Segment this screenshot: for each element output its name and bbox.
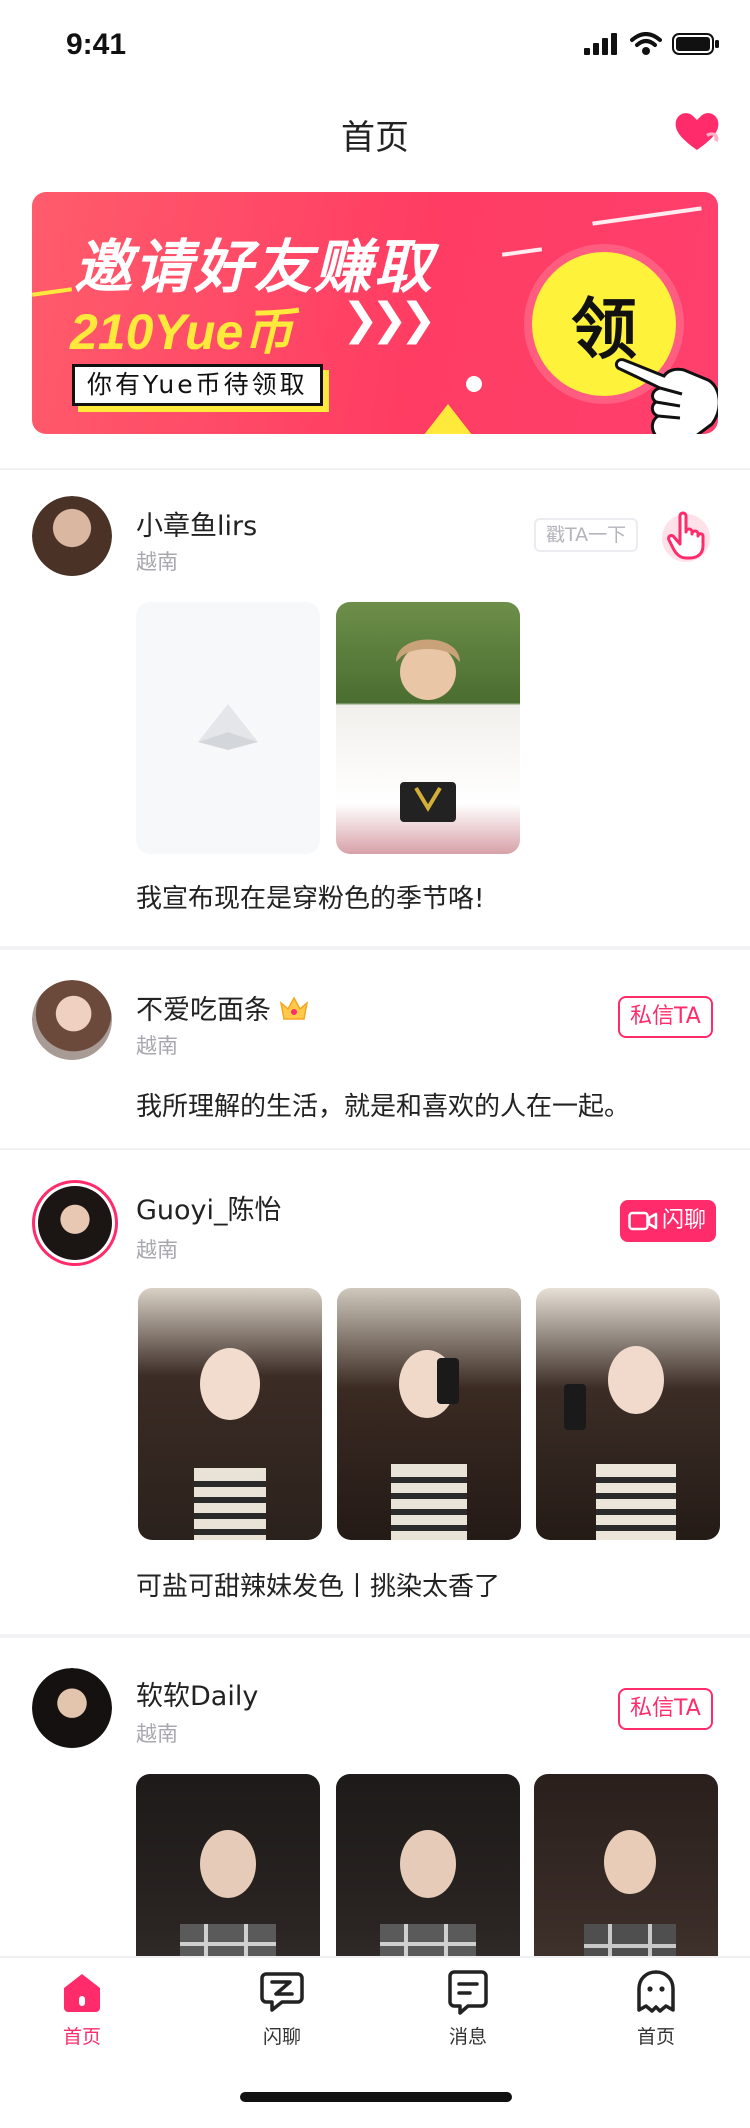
photo-figure xyxy=(380,1830,476,1956)
post-photo[interactable] xyxy=(336,602,520,854)
tab-label: 首页 xyxy=(636,2026,675,2048)
profile-icon xyxy=(637,1970,675,2013)
photo-figure xyxy=(180,1830,276,1956)
post-photo[interactable] xyxy=(336,1774,520,1956)
page-title: 首页 xyxy=(341,118,409,158)
message-button[interactable]: 私信TA xyxy=(618,996,713,1038)
flash-chat-label: 闪聊 xyxy=(662,1208,707,1233)
flash-chat-icon xyxy=(260,1972,304,2012)
post-caption: 我宣布现在是穿粉色的季节咯! xyxy=(136,884,485,914)
wifi-icon xyxy=(630,32,662,55)
tab-label: 消息 xyxy=(448,2026,487,2048)
avatar[interactable] xyxy=(32,980,112,1060)
photo-figure xyxy=(564,1346,676,1540)
poke-hand-icon[interactable] xyxy=(658,508,714,564)
post-caption: 可盐可甜辣妹发色丨挑染太香了 xyxy=(136,1572,501,1602)
invite-banner[interactable]: 邀请好友赚取 210Yue币 ❯❯❯ 你有Yue币待领取 领 xyxy=(32,192,718,434)
avatar[interactable] xyxy=(32,496,112,576)
tab-bar: 首页 闪聊 消息 首页 xyxy=(0,1956,750,2128)
tab-profile[interactable]: 首页 xyxy=(596,1968,716,2049)
header: 首页 xyxy=(0,96,750,168)
video-camera-icon xyxy=(628,1211,658,1231)
signal-icon xyxy=(584,33,617,55)
photo-figure xyxy=(584,1830,676,1956)
avatar[interactable] xyxy=(32,1668,112,1748)
status-bar: 9:41 xyxy=(0,0,750,88)
feed-post: Guoyi_陈怡 越南 闪聊 可盐可甜辣妹发色丨挑染太香了 xyxy=(0,1150,750,1634)
location: 越南 xyxy=(136,1722,178,1746)
home-icon xyxy=(64,1974,100,2012)
banner-amount: 210Yue币 xyxy=(70,304,294,360)
tab-messages[interactable]: 消息 xyxy=(408,1968,528,2049)
banner-deco-line xyxy=(592,206,702,226)
message-icon xyxy=(448,1970,488,2015)
username[interactable]: 不爱吃面条 xyxy=(136,988,309,1027)
crown-icon xyxy=(279,995,309,1020)
tab-label: 首页 xyxy=(62,2026,101,2048)
feed-post: 不爱吃面条 越南 私信TA 我所理解的生活，就是和喜欢的人在一起。 xyxy=(0,950,750,1146)
avatar[interactable] xyxy=(32,1180,118,1266)
username[interactable]: 软软Daily xyxy=(136,1674,258,1713)
location: 越南 xyxy=(136,1238,178,1262)
banner-deco-line xyxy=(501,247,543,257)
status-icons xyxy=(584,32,720,56)
banner-triangle xyxy=(420,404,476,434)
location: 越南 xyxy=(136,550,178,574)
post-photo[interactable] xyxy=(534,1774,718,1956)
banner-arrows: ❯❯❯ xyxy=(342,294,437,345)
pointing-hand-icon xyxy=(614,358,718,434)
home-indicator xyxy=(240,2092,512,2102)
status-time: 9:41 xyxy=(66,28,127,61)
battery-icon xyxy=(672,33,719,55)
poke-button[interactable]: 戳TA一下 xyxy=(534,518,639,552)
tab-home[interactable]: 首页 xyxy=(22,1968,142,2049)
post-caption: 我所理解的生活，就是和喜欢的人在一起。 xyxy=(136,1092,631,1122)
flash-chat-button[interactable]: 闪聊 xyxy=(620,1200,717,1242)
photo-figure xyxy=(391,1350,467,1540)
photo-figure xyxy=(396,639,460,822)
heart-message-icon[interactable] xyxy=(670,104,724,158)
post-photo[interactable] xyxy=(536,1288,720,1540)
banner-dot xyxy=(466,376,482,392)
tab-label: 闪聊 xyxy=(262,2026,301,2048)
feed-post: 软软Daily 越南 私信TA xyxy=(0,1638,750,1956)
username[interactable]: Guoyi_陈怡 xyxy=(136,1188,282,1227)
banner-deco-line xyxy=(32,287,73,297)
post-photo[interactable] xyxy=(138,1288,322,1540)
feed-post: 小章鱼lirs 越南 戳TA一下 我宣布现在是穿粉色的季节咯! xyxy=(0,470,750,946)
post-photo[interactable] xyxy=(136,1774,320,1956)
tab-flash-chat[interactable]: 闪聊 xyxy=(222,1968,342,2049)
upload-icon xyxy=(198,704,258,750)
post-photo[interactable] xyxy=(337,1288,521,1540)
photo-figure xyxy=(194,1348,266,1540)
username[interactable]: 小章鱼lirs xyxy=(136,504,257,543)
location: 越南 xyxy=(136,1034,178,1058)
message-button[interactable]: 私信TA xyxy=(618,1688,713,1730)
post-photo-placeholder[interactable] xyxy=(136,602,320,854)
banner-tag: 你有Yue币待领取 xyxy=(72,364,323,406)
